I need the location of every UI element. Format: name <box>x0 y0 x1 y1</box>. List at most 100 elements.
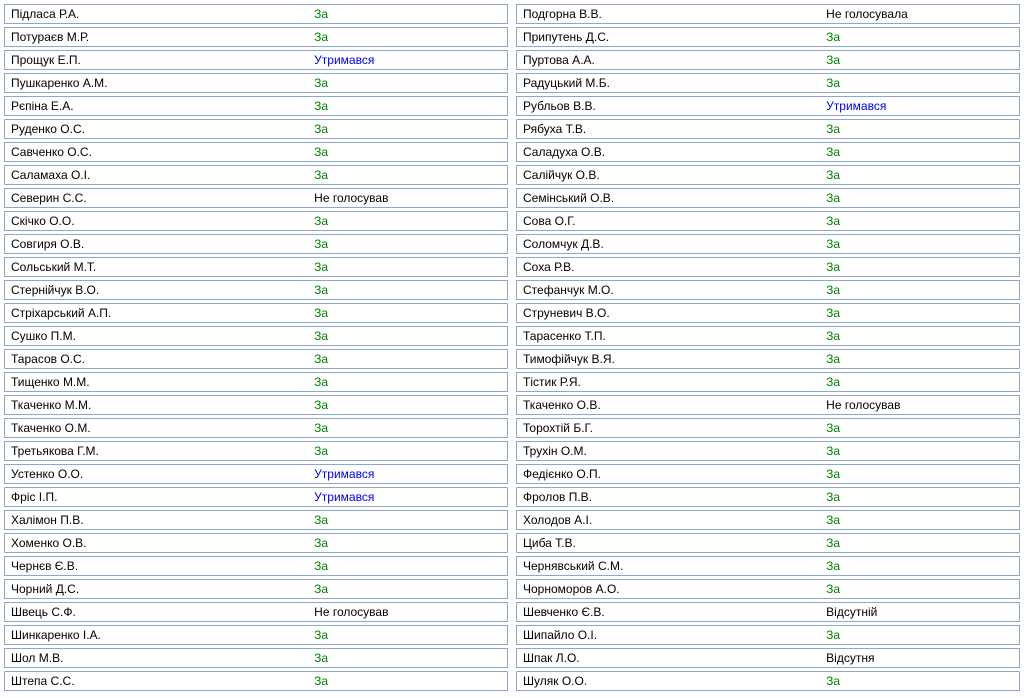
vote-row: Шевченко Є.В.Відсутній <box>516 602 1020 622</box>
vote-row: Саламаха О.І.За <box>4 165 508 185</box>
vote-row: Хоменко О.В.За <box>4 533 508 553</box>
deputy-vote: За <box>308 398 507 412</box>
deputy-name: Шинкаренко І.А. <box>5 628 308 642</box>
vote-row: Ткаченко М.М.За <box>4 395 508 415</box>
deputy-name: Ткаченко О.В. <box>517 398 820 412</box>
deputy-name: Тищенко М.М. <box>5 375 308 389</box>
deputy-vote: За <box>308 582 507 596</box>
deputy-name: Рябуха Т.В. <box>517 122 820 136</box>
deputy-name: Швець С.Ф. <box>5 605 308 619</box>
deputy-name: Прощук Е.П. <box>5 53 308 67</box>
deputy-vote: За <box>308 628 507 642</box>
vote-row: Салійчук О.В.За <box>516 165 1020 185</box>
vote-column-right: Подгорна В.В.Не голосувала Припутень Д.С.… <box>516 4 1020 694</box>
deputy-vote: За <box>820 145 1019 159</box>
deputy-vote: За <box>820 490 1019 504</box>
vote-row: Соломчук Д.В.За <box>516 234 1020 254</box>
vote-row: Подгорна В.В.Не голосувала <box>516 4 1020 24</box>
vote-row: Чорноморов А.О.За <box>516 579 1020 599</box>
deputy-name: Совгиря О.В. <box>5 237 308 251</box>
vote-row: Савченко О.С.За <box>4 142 508 162</box>
vote-row: Радуцький М.Б.За <box>516 73 1020 93</box>
deputy-name: Потураєв М.Р. <box>5 30 308 44</box>
deputy-name: Тарасенко Т.П. <box>517 329 820 343</box>
deputy-name: Тістик Р.Я. <box>517 375 820 389</box>
deputy-vote: За <box>820 283 1019 297</box>
vote-row: Пуртова А.А.За <box>516 50 1020 70</box>
deputy-vote: За <box>308 283 507 297</box>
vote-column-left: Підласа Р.А.ЗаПотураєв М.Р.ЗаПрощук Е.П.… <box>4 4 508 694</box>
deputy-name: Семінський О.В. <box>517 191 820 205</box>
deputy-name: Фролов П.В. <box>517 490 820 504</box>
deputy-vote: Відсутній <box>820 605 1019 619</box>
deputy-vote: За <box>308 260 507 274</box>
vote-row: Циба Т.В.За <box>516 533 1020 553</box>
vote-row: Ткаченко О.М.За <box>4 418 508 438</box>
deputy-vote: За <box>820 513 1019 527</box>
vote-row: Тарасенко Т.П.За <box>516 326 1020 346</box>
deputy-vote: За <box>308 421 507 435</box>
vote-row: Припутень Д.С.За <box>516 27 1020 47</box>
deputy-name: Трухін О.М. <box>517 444 820 458</box>
vote-row: Сольський М.Т.За <box>4 257 508 277</box>
deputy-name: Торохтій Б.Г. <box>517 421 820 435</box>
deputy-vote: Не голосував <box>820 398 1019 412</box>
deputy-vote: Утримався <box>308 53 507 67</box>
deputy-name: Салійчук О.В. <box>517 168 820 182</box>
deputy-vote: За <box>820 628 1019 642</box>
deputy-vote: За <box>820 214 1019 228</box>
deputy-vote: За <box>820 53 1019 67</box>
deputy-name: Шпак Л.О. <box>517 651 820 665</box>
deputy-name: Сова О.Г. <box>517 214 820 228</box>
deputy-vote: Утримався <box>308 467 507 481</box>
vote-row: Скічко О.О.За <box>4 211 508 231</box>
vote-row: Стріхарський А.П.За <box>4 303 508 323</box>
deputy-name: Чорноморов А.О. <box>517 582 820 596</box>
deputy-name: Чернєв Є.В. <box>5 559 308 573</box>
deputy-name: Припутень Д.С. <box>517 30 820 44</box>
vote-row: Тимофійчук В.Я.За <box>516 349 1020 369</box>
vote-row: Шинкаренко І.А.За <box>4 625 508 645</box>
deputy-name: Циба Т.В. <box>517 536 820 550</box>
deputy-vote: За <box>308 214 507 228</box>
deputy-name: Шол М.В. <box>5 651 308 665</box>
vote-row: Чорний Д.С.За <box>4 579 508 599</box>
deputy-vote: За <box>308 7 507 21</box>
deputy-vote: За <box>820 536 1019 550</box>
vote-row: Соха Р.В.За <box>516 257 1020 277</box>
deputy-vote: За <box>308 306 507 320</box>
vote-row: Сова О.Г.За <box>516 211 1020 231</box>
vote-row: Стефанчук М.О.За <box>516 280 1020 300</box>
deputy-vote: За <box>820 352 1019 366</box>
deputy-vote: За <box>308 651 507 665</box>
deputy-vote: За <box>308 145 507 159</box>
deputy-vote: За <box>308 76 507 90</box>
deputy-vote: За <box>820 444 1019 458</box>
vote-row: Рябуха Т.В.За <box>516 119 1020 139</box>
deputy-name: Халімон П.В. <box>5 513 308 527</box>
deputy-vote: За <box>820 467 1019 481</box>
vote-row: Фролов П.В.За <box>516 487 1020 507</box>
deputy-vote: За <box>820 237 1019 251</box>
deputy-vote: За <box>820 375 1019 389</box>
vote-row: Стернійчук В.О.За <box>4 280 508 300</box>
deputy-name: Шевченко Є.В. <box>517 605 820 619</box>
deputy-vote: За <box>820 168 1019 182</box>
deputy-name: Устенко О.О. <box>5 467 308 481</box>
deputy-vote: За <box>308 375 507 389</box>
vote-row: Ткаченко О.В.Не голосував <box>516 395 1020 415</box>
deputy-vote: За <box>820 329 1019 343</box>
deputy-vote: За <box>820 260 1019 274</box>
deputy-vote: За <box>308 168 507 182</box>
deputy-name: Федієнко О.П. <box>517 467 820 481</box>
deputy-name: Саладуха О.В. <box>517 145 820 159</box>
vote-row: Устенко О.О.Утримався <box>4 464 508 484</box>
deputy-vote: За <box>308 352 507 366</box>
vote-row: Федієнко О.П.За <box>516 464 1020 484</box>
deputy-name: Тарасов О.С. <box>5 352 308 366</box>
deputy-vote: За <box>820 30 1019 44</box>
deputy-vote: Не голосував <box>308 605 507 619</box>
deputy-vote: За <box>308 30 507 44</box>
deputy-vote: За <box>308 122 507 136</box>
deputy-vote: Утримався <box>820 99 1019 113</box>
